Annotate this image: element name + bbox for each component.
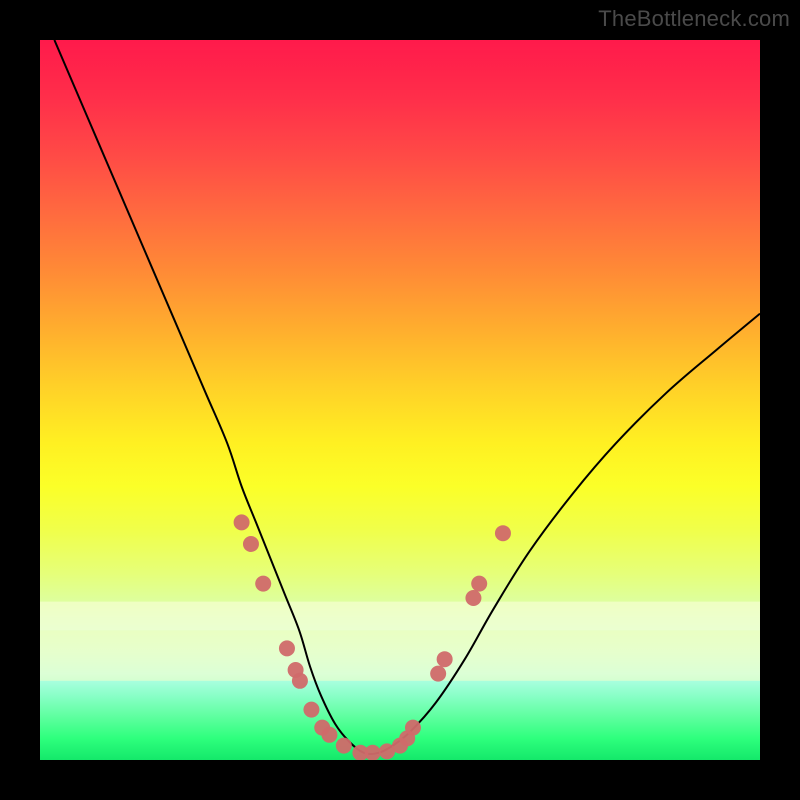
plot-area: [40, 40, 760, 760]
highlight-band: [40, 630, 760, 680]
data-marker: [255, 576, 271, 592]
data-marker: [471, 576, 487, 592]
chart-frame: TheBottleneck.com: [0, 0, 800, 800]
data-marker: [243, 536, 259, 552]
data-marker: [321, 727, 337, 743]
watermark-text: TheBottleneck.com: [598, 6, 790, 32]
data-marker: [279, 640, 295, 656]
data-marker: [365, 745, 381, 760]
data-marker: [465, 590, 481, 606]
data-marker: [495, 525, 511, 541]
data-marker: [430, 666, 446, 682]
data-marker: [234, 514, 250, 530]
data-marker: [405, 720, 421, 736]
data-marker: [292, 673, 308, 689]
highlight-band: [40, 602, 760, 631]
data-marker: [303, 702, 319, 718]
data-marker: [437, 651, 453, 667]
highlight-bands: [40, 602, 760, 681]
chart-svg: [40, 40, 760, 760]
data-marker: [336, 738, 352, 754]
